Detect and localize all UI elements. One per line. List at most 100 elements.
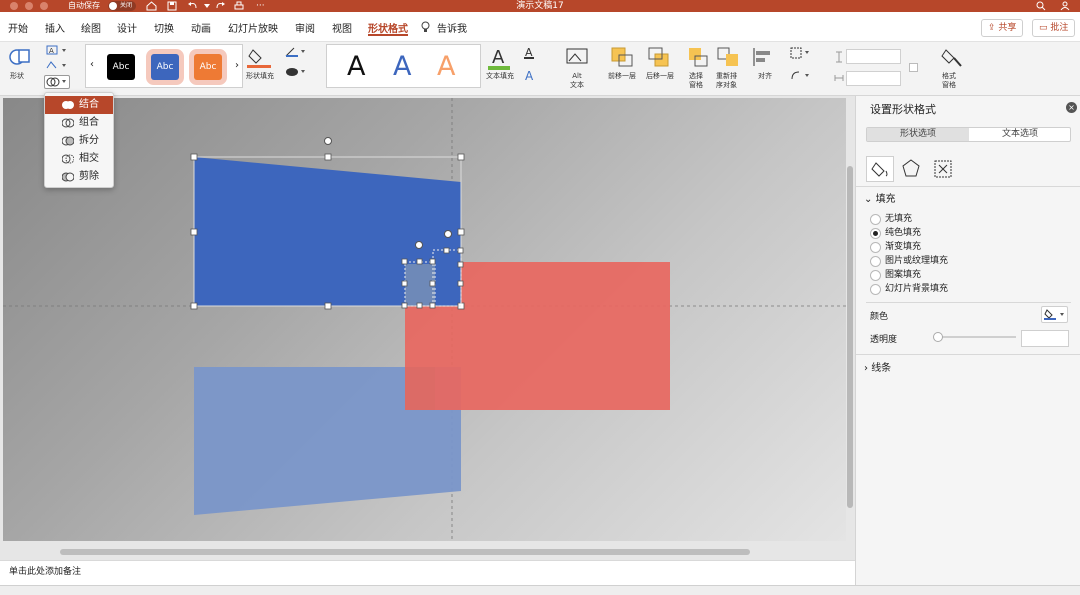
text-fill-icon[interactable]: A bbox=[488, 45, 514, 71]
shape-style-blue[interactable]: Abc bbox=[151, 54, 179, 80]
fill-section-header[interactable]: ⌄ 填充 bbox=[864, 190, 896, 205]
size-properties-icon bbox=[934, 160, 952, 178]
radio-gradient-fill[interactable]: 渐变填充 bbox=[870, 241, 921, 253]
tab-draw[interactable]: 绘图 bbox=[81, 20, 101, 35]
search-icon[interactable] bbox=[1036, 1, 1046, 11]
shape-width-input[interactable] bbox=[846, 71, 901, 86]
align-icon[interactable] bbox=[752, 46, 778, 68]
account-icon[interactable] bbox=[1060, 1, 1072, 11]
menu-item-union[interactable]: 结合 bbox=[45, 96, 113, 114]
rotate-icon[interactable] bbox=[790, 70, 812, 82]
rotate-handle-small-2[interactable] bbox=[444, 230, 452, 238]
radio-solid-fill[interactable]: 纯色填充 bbox=[870, 227, 921, 239]
shape-width-icon bbox=[834, 75, 844, 81]
rotate-handle-main[interactable] bbox=[324, 137, 332, 145]
text-effects-icon[interactable]: A bbox=[523, 69, 543, 83]
menu-item-intersect-label: 相交 bbox=[79, 153, 99, 164]
wordart-style-orange[interactable]: A bbox=[437, 51, 455, 82]
rotate-handle-small[interactable] bbox=[415, 241, 423, 249]
paint-bucket-icon bbox=[1044, 309, 1064, 320]
group-objects-icon[interactable] bbox=[790, 47, 812, 59]
tab-animations[interactable]: 动画 bbox=[191, 20, 211, 35]
shape-height-input[interactable] bbox=[846, 49, 901, 64]
menu-item-fragment[interactable]: 拆分 bbox=[45, 132, 113, 150]
horizontal-scrollbar[interactable] bbox=[60, 549, 750, 555]
fragment-icon bbox=[62, 136, 74, 146]
tab-view[interactable]: 视图 bbox=[332, 20, 352, 35]
gallery-next-icon[interactable]: › bbox=[235, 60, 239, 71]
selection-pane-icon[interactable] bbox=[687, 46, 709, 68]
red-overlap-shape[interactable] bbox=[405, 367, 435, 410]
share-button[interactable]: ⇪ 共享 bbox=[981, 19, 1024, 37]
slide-canvas[interactable] bbox=[3, 98, 846, 541]
panel-title: 设置形状格式 bbox=[870, 103, 936, 116]
bring-forward-label: 前移一层 bbox=[608, 72, 636, 80]
transparency-label: 透明度 bbox=[870, 335, 898, 345]
fill-line-tab[interactable] bbox=[866, 156, 894, 182]
bring-forward-icon[interactable] bbox=[610, 46, 634, 68]
transparency-input[interactable] bbox=[1021, 330, 1069, 347]
combine-icon bbox=[62, 118, 74, 128]
shape-effects-icon[interactable] bbox=[284, 66, 308, 78]
shapes-icon[interactable] bbox=[8, 46, 32, 68]
close-panel-icon[interactable]: × bbox=[1066, 102, 1077, 113]
fill-color-picker[interactable] bbox=[1041, 306, 1068, 323]
comments-button[interactable]: ▭ 批注 bbox=[1032, 19, 1076, 37]
tab-text-options[interactable]: 文本选项 bbox=[969, 128, 1071, 141]
transparency-slider-thumb[interactable] bbox=[933, 332, 943, 342]
tab-shape-format[interactable]: 形状格式 bbox=[368, 20, 408, 36]
title-bar: 自动保存 关闭 ··· 演示文稿17 bbox=[0, 0, 1080, 12]
line-section-header[interactable]: › 线条 bbox=[864, 359, 891, 374]
notes-placeholder: 单击此处添加备注 bbox=[9, 567, 82, 577]
reorder-objects-icon[interactable] bbox=[716, 46, 742, 68]
radio-no-fill[interactable]: 无填充 bbox=[870, 213, 912, 225]
share-icon: ⇪ bbox=[988, 23, 999, 33]
menu-item-intersect[interactable]: 相交 bbox=[45, 150, 113, 168]
text-outline-icon[interactable]: A bbox=[523, 46, 543, 60]
wordart-style-blue[interactable]: A bbox=[393, 51, 411, 82]
shapes-label: 形状 bbox=[10, 72, 24, 80]
alt-text-icon[interactable] bbox=[565, 46, 589, 68]
shape-outline-icon[interactable] bbox=[284, 46, 308, 58]
edit-shape-icon[interactable] bbox=[46, 60, 68, 70]
tab-design[interactable]: 设计 bbox=[117, 20, 137, 35]
shape-fill-icon[interactable] bbox=[247, 46, 271, 68]
menu-item-subtract[interactable]: 剪除 bbox=[45, 168, 113, 186]
tab-review[interactable]: 审阅 bbox=[295, 20, 315, 35]
vertical-scrollbar[interactable] bbox=[847, 166, 853, 508]
format-shape-panel: 设置形状格式 × 形状选项 文本选项 ⌄ 填充 无填充 纯色填充 渐变填充 图片… bbox=[855, 96, 1080, 585]
merge-shapes-button[interactable] bbox=[44, 75, 70, 89]
document-title: 演示文稿17 bbox=[516, 1, 564, 11]
transparency-slider-track[interactable] bbox=[936, 336, 1016, 338]
tell-me-search[interactable]: 告诉我 bbox=[437, 20, 467, 35]
menu-item-fragment-label: 拆分 bbox=[79, 135, 99, 146]
text-box-icon[interactable]: A bbox=[46, 45, 68, 55]
wordart-style-black[interactable]: A bbox=[347, 51, 365, 82]
menu-item-combine[interactable]: 组合 bbox=[45, 114, 113, 132]
shape-style-black[interactable]: Abc bbox=[107, 54, 135, 80]
effects-tab[interactable] bbox=[898, 156, 926, 182]
ribbon-tab-bar: 开始 插入 绘图 设计 切换 动画 幻灯片放映 审阅 视图 形状格式 告诉我 ⇪… bbox=[0, 12, 1080, 42]
send-backward-icon[interactable] bbox=[647, 46, 671, 68]
tab-home[interactable]: 开始 bbox=[8, 20, 28, 35]
share-label: 共享 bbox=[998, 23, 1017, 33]
notes-pane[interactable]: 单击此处添加备注 bbox=[0, 560, 855, 585]
menu-item-subtract-label: 剪除 bbox=[79, 171, 99, 182]
lock-aspect-checkbox[interactable] bbox=[909, 63, 918, 72]
color-label: 颜色 bbox=[870, 312, 889, 322]
shape-style-orange[interactable]: Abc bbox=[194, 54, 222, 80]
radio-picture-fill[interactable]: 图片或纹理填充 bbox=[870, 255, 948, 267]
tab-transitions[interactable]: 切换 bbox=[154, 20, 174, 35]
tab-slideshow[interactable]: 幻灯片放映 bbox=[228, 20, 278, 35]
format-pane-icon[interactable] bbox=[940, 46, 964, 68]
comment-icon: ▭ bbox=[1039, 23, 1051, 33]
radio-pattern-fill[interactable]: 图案填充 bbox=[870, 269, 921, 281]
tab-shape-options[interactable]: 形状选项 bbox=[867, 128, 969, 141]
tab-insert[interactable]: 插入 bbox=[45, 20, 65, 35]
radio-slide-background-fill[interactable]: 幻灯片背景填充 bbox=[870, 283, 948, 295]
panel-divider bbox=[856, 186, 1080, 187]
line-section-label: 线条 bbox=[871, 363, 892, 374]
panel-divider bbox=[856, 354, 1080, 355]
gallery-prev-icon[interactable]: ‹ bbox=[90, 59, 94, 70]
size-properties-tab[interactable] bbox=[930, 156, 958, 182]
